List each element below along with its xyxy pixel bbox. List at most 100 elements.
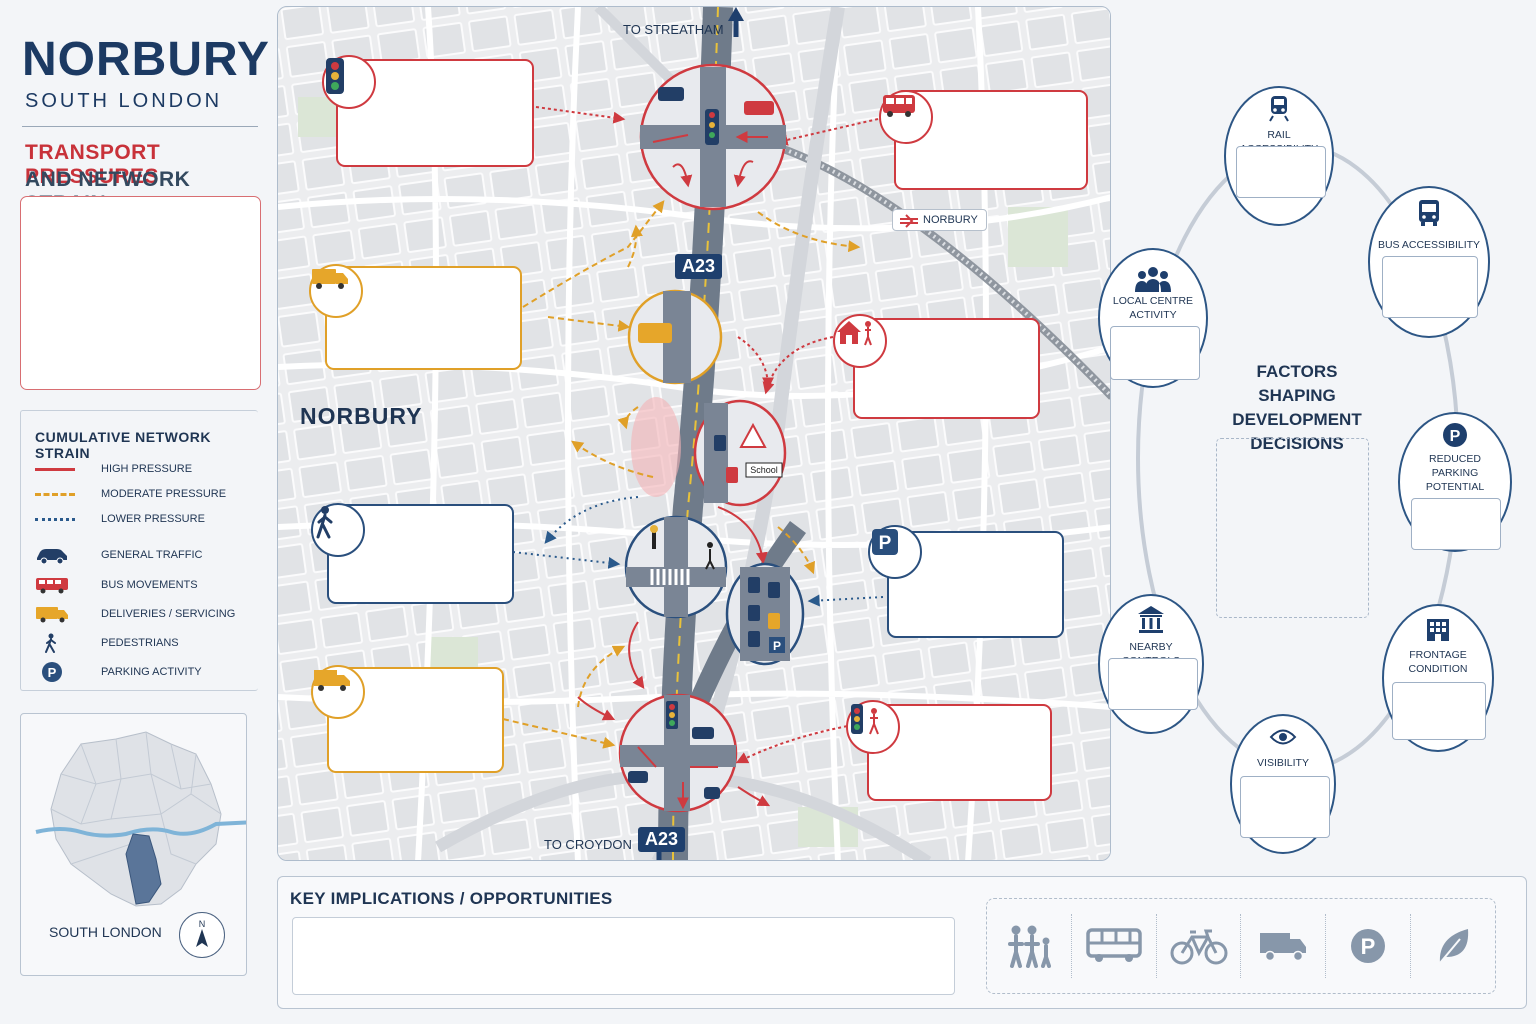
parking-icon: P	[1351, 929, 1386, 963]
page-title: NORBURY	[22, 33, 270, 86]
pedestrian-icon	[316, 506, 333, 539]
factor-bus-accessibility[interactable]: BUS ACCESSIBILITY	[1368, 186, 1490, 338]
impl-bicycle[interactable]	[1157, 914, 1242, 978]
legend-item-parking: P PARKING ACTIVITY	[35, 662, 202, 682]
dotted-blue-line-icon	[35, 517, 75, 521]
badge-pedestrian	[311, 503, 365, 557]
badge-bus-north	[879, 90, 933, 144]
svg-text:N: N	[199, 919, 206, 929]
factor-local-centre-activity[interactable]: LOCAL CENTRE ACTIVITY	[1098, 248, 1208, 388]
traffic-light-icon	[326, 58, 344, 94]
factor-reduced-parking-potential[interactable]: P REDUCED PARKING POTENTIAL	[1398, 412, 1512, 552]
car-icon	[37, 549, 67, 564]
bus-front-icon	[1419, 200, 1439, 226]
junction-deliveries	[627, 289, 723, 385]
factor-rail-box	[1236, 146, 1326, 198]
badge-parking: P	[868, 525, 922, 579]
svg-text:P: P	[773, 639, 781, 653]
development-factors-panel: FACTORS SHAPING DEVELOPMENT DECISIONS RA…	[1098, 80, 1536, 860]
national-rail-icon	[900, 214, 918, 228]
bus-icon	[36, 578, 68, 594]
location-minimap: SOUTH LONDON N	[20, 713, 247, 976]
factor-nearby-controls-box	[1108, 658, 1198, 710]
sidebar: NORBURY SOUTH LONDON TRANSPORT PRESSURES…	[8, 8, 270, 1012]
road-shield-a23-mid: A23	[675, 254, 723, 279]
badge-signals-south	[846, 700, 900, 754]
factor-bus-box	[1382, 256, 1478, 318]
svg-text:School: School	[750, 465, 778, 475]
implications-title: KEY IMPLICATIONS / OPPORTUNITIES	[290, 889, 613, 908]
parking-icon: P	[872, 529, 898, 555]
implications-icon-strip: P	[986, 898, 1496, 994]
page-subtitle: SOUTH LONDON	[25, 90, 223, 112]
junction-school: School	[693, 399, 787, 507]
pedestrian-icon	[45, 633, 56, 653]
house-family-icon	[837, 321, 872, 346]
title-divider	[22, 126, 258, 127]
leaf-icon	[1439, 929, 1469, 964]
legend-item-bus-movements: BUS MOVEMENTS	[35, 575, 198, 595]
station-label[interactable]: NORBURY	[892, 209, 987, 231]
bus-icon	[1085, 928, 1142, 962]
dashed-orange-line-icon	[35, 492, 75, 496]
place-name-norbury: NORBURY	[300, 403, 423, 429]
badge-signals-north	[322, 55, 376, 109]
truck-icon	[314, 670, 350, 691]
legend-item-high-pressure: HIGH PRESSURE	[35, 459, 192, 479]
factor-frontage-box	[1392, 682, 1486, 740]
legend: CUMULATIVE NETWORK STRAIN HIGH PRESSURE …	[20, 410, 258, 691]
legend-item-lower-pressure: LOWER PRESSURE	[35, 509, 205, 529]
impl-truck[interactable]	[1241, 914, 1327, 978]
people-group-icon	[1135, 267, 1171, 292]
signal-pedestrian-icon	[851, 704, 879, 735]
legend-item-deliveries: DELIVERIES / SERVICING	[35, 604, 235, 624]
svg-text:P: P	[1361, 934, 1376, 959]
badge-deliveries-north	[309, 264, 363, 318]
family-icon	[1007, 925, 1051, 968]
eye-icon	[1269, 729, 1297, 745]
factor-frontage-condition[interactable]: FRONTAGE CONDITION	[1382, 604, 1494, 752]
london-boroughs-map	[35, 731, 246, 907]
key-implications-panel: KEY IMPLICATIONS / OPPORTUNITIES P	[277, 876, 1527, 1009]
junction-south	[618, 693, 738, 811]
legend-item-pedestrians: PEDESTRIANS	[35, 633, 179, 653]
train-icon	[1269, 96, 1289, 122]
north-arrow-icon: N	[196, 919, 208, 947]
factor-parking-box	[1411, 498, 1501, 550]
factor-nearby-controls[interactable]: NEARBY CONTROLS	[1098, 594, 1204, 734]
parking-icon: P	[1443, 423, 1467, 447]
impl-family[interactable]	[987, 914, 1072, 978]
svg-text:P: P	[879, 533, 892, 554]
building-icon	[1427, 619, 1449, 641]
bus-icon	[883, 95, 915, 117]
bicycle-icon	[1170, 929, 1228, 965]
intro-text-box	[20, 196, 261, 390]
parking-icon: P	[42, 662, 62, 682]
van-icon	[312, 269, 348, 289]
legend-item-moderate-pressure: MODERATE PRESSURE	[35, 484, 226, 504]
impl-leaf[interactable]	[1411, 914, 1495, 978]
minimap-label: SOUTH LONDON	[49, 924, 162, 940]
junction-north	[639, 63, 787, 211]
direction-to-streatham: TO STREATHAM	[623, 22, 724, 37]
implications-text-box[interactable]	[292, 917, 955, 995]
civic-building-icon	[1138, 606, 1164, 633]
badge-school-residential	[833, 314, 887, 368]
factor-visibility[interactable]: VISIBILITY	[1230, 714, 1336, 854]
solid-red-line-icon	[35, 467, 75, 471]
junction-parking: P	[725, 562, 805, 666]
svg-text:P: P	[1450, 428, 1461, 445]
impl-parking[interactable]: P	[1326, 914, 1412, 978]
factor-rail-accessibility[interactable]: RAIL ACCESSIBILITY	[1224, 86, 1334, 226]
street-map[interactable]: School P NORBURY TO STREATHAM TO CROYDON…	[277, 6, 1111, 861]
legend-item-general-traffic: GENERAL TRAFFIC	[35, 545, 202, 565]
factor-local-centre-box	[1110, 326, 1200, 380]
truck-icon	[1260, 933, 1307, 962]
impl-bus[interactable]	[1072, 914, 1157, 978]
north-arrow: N	[179, 912, 225, 958]
direction-to-croydon: TO CROYDON	[544, 837, 632, 852]
factor-visibility-box	[1240, 776, 1330, 838]
factors-summary-box	[1216, 438, 1369, 618]
legend-title: CUMULATIVE NETWORK STRAIN	[35, 429, 211, 461]
badge-deliveries-south	[311, 665, 365, 719]
